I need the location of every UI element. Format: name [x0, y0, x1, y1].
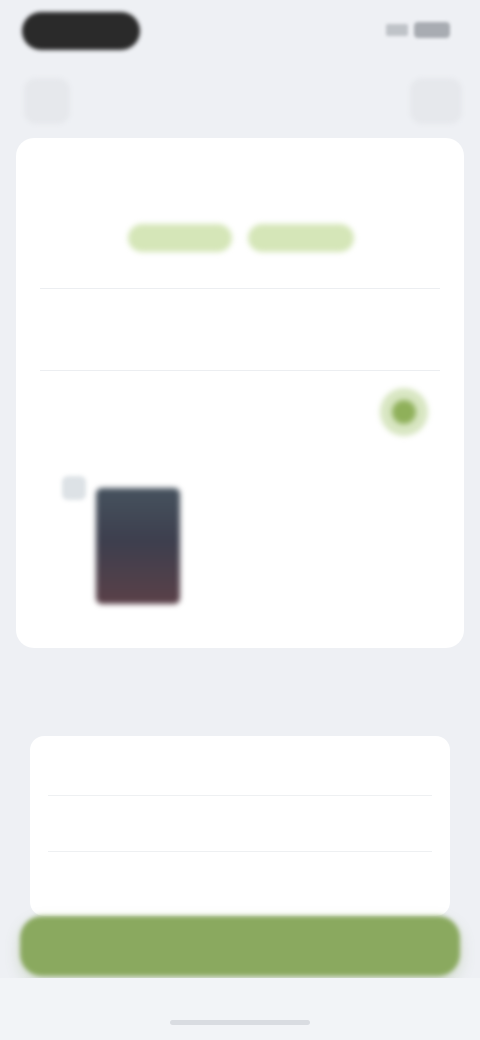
- delivery-option-two[interactable]: [248, 224, 354, 252]
- status-bar: [0, 0, 480, 60]
- back-button[interactable]: [24, 78, 70, 124]
- product-image: [96, 488, 180, 604]
- radio-selected-icon[interactable]: [380, 388, 428, 436]
- address-label: [42, 310, 112, 328]
- order-card: [16, 138, 464, 648]
- payment-summary-card: [30, 736, 450, 916]
- home-indicator: [170, 1020, 310, 1025]
- summary-row: [30, 796, 450, 852]
- dynamic-island: [22, 12, 140, 50]
- product-subtitle: [202, 536, 362, 552]
- status-icons: [386, 22, 450, 38]
- battery-icon: [414, 22, 450, 38]
- page-title: [92, 87, 362, 111]
- summary-row: [30, 852, 450, 908]
- address-line: [42, 344, 308, 356]
- delivery-label: [42, 150, 172, 168]
- more-button[interactable]: [410, 78, 462, 124]
- toggle-row-label: [42, 404, 312, 420]
- delivery-option-one[interactable]: [128, 224, 232, 252]
- checkout-button[interactable]: [20, 916, 460, 976]
- delivery-sub: [42, 180, 222, 192]
- header: [0, 70, 480, 130]
- divider: [40, 370, 440, 371]
- signal-icon: [386, 24, 408, 36]
- checkout-screen: [0, 0, 480, 1040]
- product-checkbox[interactable]: [62, 476, 86, 500]
- divider: [40, 288, 440, 289]
- bottom-bar: [0, 978, 480, 1040]
- summary-row: [30, 740, 450, 796]
